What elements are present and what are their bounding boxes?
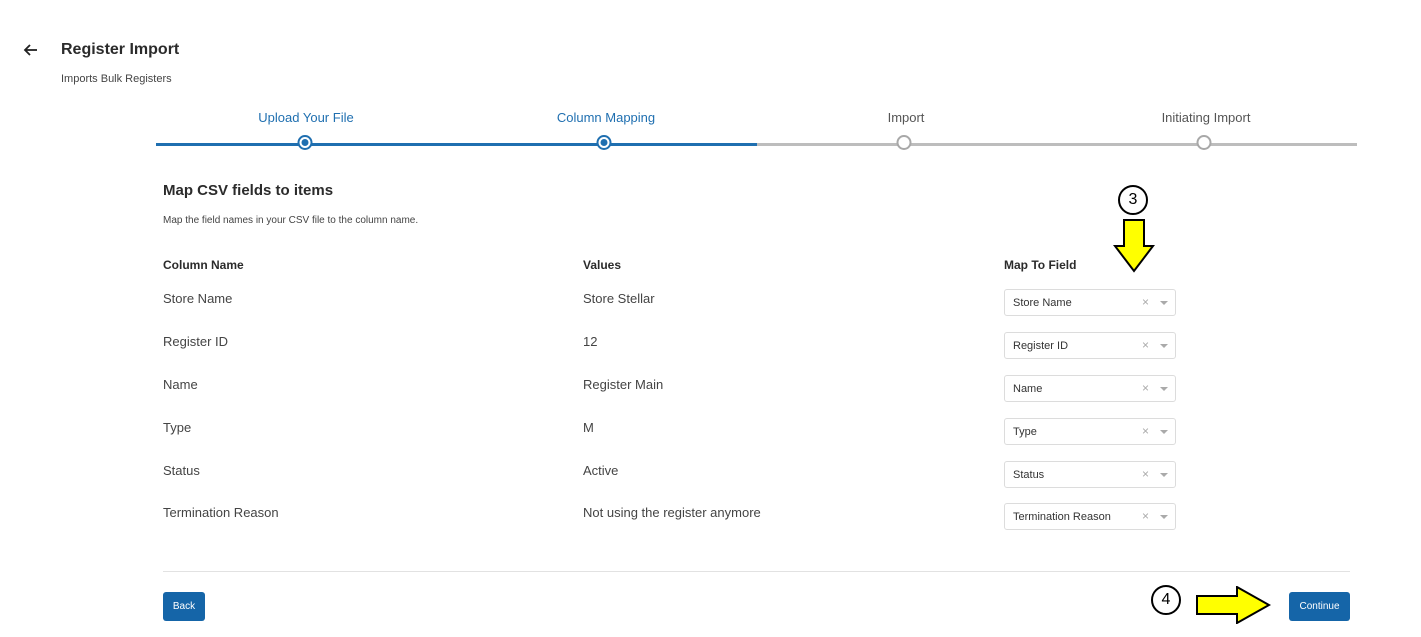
chevron-down-icon[interactable] [1160,387,1168,391]
clear-icon[interactable]: × [1142,424,1149,438]
clear-icon[interactable]: × [1142,509,1149,523]
step-dot-initiating[interactable] [1196,135,1212,150]
row-value: Store Stellar [583,291,655,306]
row-column-name: Status [163,463,200,478]
footer-divider [163,571,1350,572]
map-field-selected: Type [1013,426,1037,438]
row-value: Active [583,463,619,478]
callout-badge-3: 3 [1118,185,1148,215]
column-header-map-to-field: Map To Field [1004,258,1077,272]
row-value: Not using the register anymore [583,505,761,520]
callout-badge-4: 4 [1151,585,1181,615]
map-field-selected: Store Name [1013,297,1072,309]
map-field-selected: Status [1013,469,1045,481]
clear-icon[interactable]: × [1142,338,1149,352]
step-dot-upload[interactable] [297,135,313,150]
step-dot-mapping[interactable] [596,135,612,150]
arrow-right-annotation-icon [1196,586,1271,624]
map-field-selected: Termination Reason [1013,511,1111,523]
step-label-import[interactable]: Import [888,110,925,125]
chevron-down-icon[interactable] [1160,473,1168,477]
stepper-progress-track [156,143,757,146]
back-button[interactable]: Back [163,592,205,621]
step-dot-import[interactable] [896,135,912,150]
stepper-remaining-track [757,143,1357,146]
step-label-initiating[interactable]: Initiating Import [1162,110,1251,125]
row-value: Register Main [583,377,664,392]
section-description: Map the field names in your CSV file to … [163,215,419,226]
clear-icon[interactable]: × [1142,381,1149,395]
row-column-name: Register ID [163,334,229,349]
clear-icon[interactable]: × [1142,295,1149,309]
map-field-select[interactable]: Status × [1004,461,1176,488]
page-title: Register Import [61,41,180,58]
row-column-name: Termination Reason [163,505,279,520]
row-column-name: Name [163,377,198,392]
continue-button[interactable]: Continue [1289,592,1350,621]
map-field-select[interactable]: Name × [1004,375,1176,402]
step-label-mapping[interactable]: Column Mapping [557,110,655,125]
row-value: M [583,420,594,435]
chevron-down-icon[interactable] [1160,430,1168,434]
column-header-name: Column Name [163,258,244,272]
map-field-selected: Name [1013,383,1043,395]
map-field-select[interactable]: Register ID × [1004,332,1176,359]
row-value: 12 [583,334,598,349]
row-column-name: Store Name [163,291,233,306]
chevron-down-icon[interactable] [1160,301,1168,305]
chevron-down-icon[interactable] [1160,515,1168,519]
row-column-name: Type [163,420,192,435]
chevron-down-icon[interactable] [1160,344,1168,348]
map-field-select[interactable]: Store Name × [1004,289,1176,316]
map-field-select[interactable]: Type × [1004,418,1176,445]
arrow-down-annotation-icon [1113,219,1155,273]
clear-icon[interactable]: × [1142,467,1149,481]
step-label-upload[interactable]: Upload Your File [258,110,353,125]
column-header-values: Values [583,258,622,272]
map-field-selected: Register ID [1013,340,1069,352]
section-title: Map CSV fields to items [163,182,334,199]
arrow-left-icon[interactable] [22,40,40,60]
page-subtitle: Imports Bulk Registers [61,73,172,85]
map-field-select[interactable]: Termination Reason × [1004,503,1176,530]
